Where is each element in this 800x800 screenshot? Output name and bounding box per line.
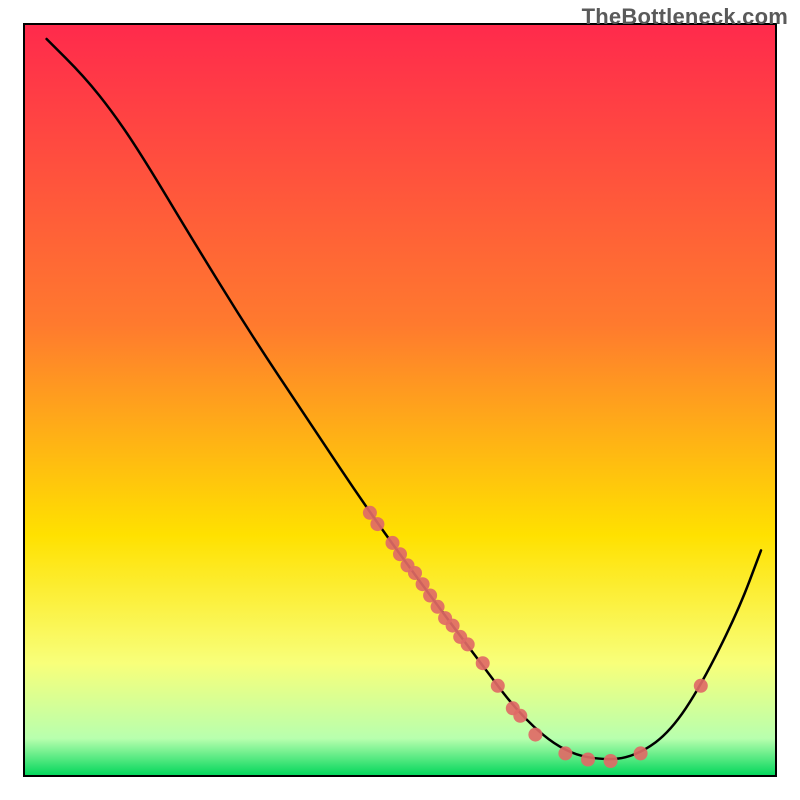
- plot-background: [24, 24, 776, 776]
- curve-marker: [604, 754, 618, 768]
- curve-marker: [694, 679, 708, 693]
- curve-marker: [461, 637, 475, 651]
- curve-marker: [634, 746, 648, 760]
- watermark-text: TheBottleneck.com: [582, 4, 788, 30]
- curve-marker: [476, 656, 490, 670]
- curve-marker: [491, 679, 505, 693]
- curve-marker: [558, 746, 572, 760]
- curve-marker: [513, 709, 527, 723]
- curve-marker: [581, 753, 595, 767]
- curve-marker: [370, 517, 384, 531]
- chart-svg: [0, 0, 800, 800]
- chart-container: TheBottleneck.com: [0, 0, 800, 800]
- curve-marker: [528, 728, 542, 742]
